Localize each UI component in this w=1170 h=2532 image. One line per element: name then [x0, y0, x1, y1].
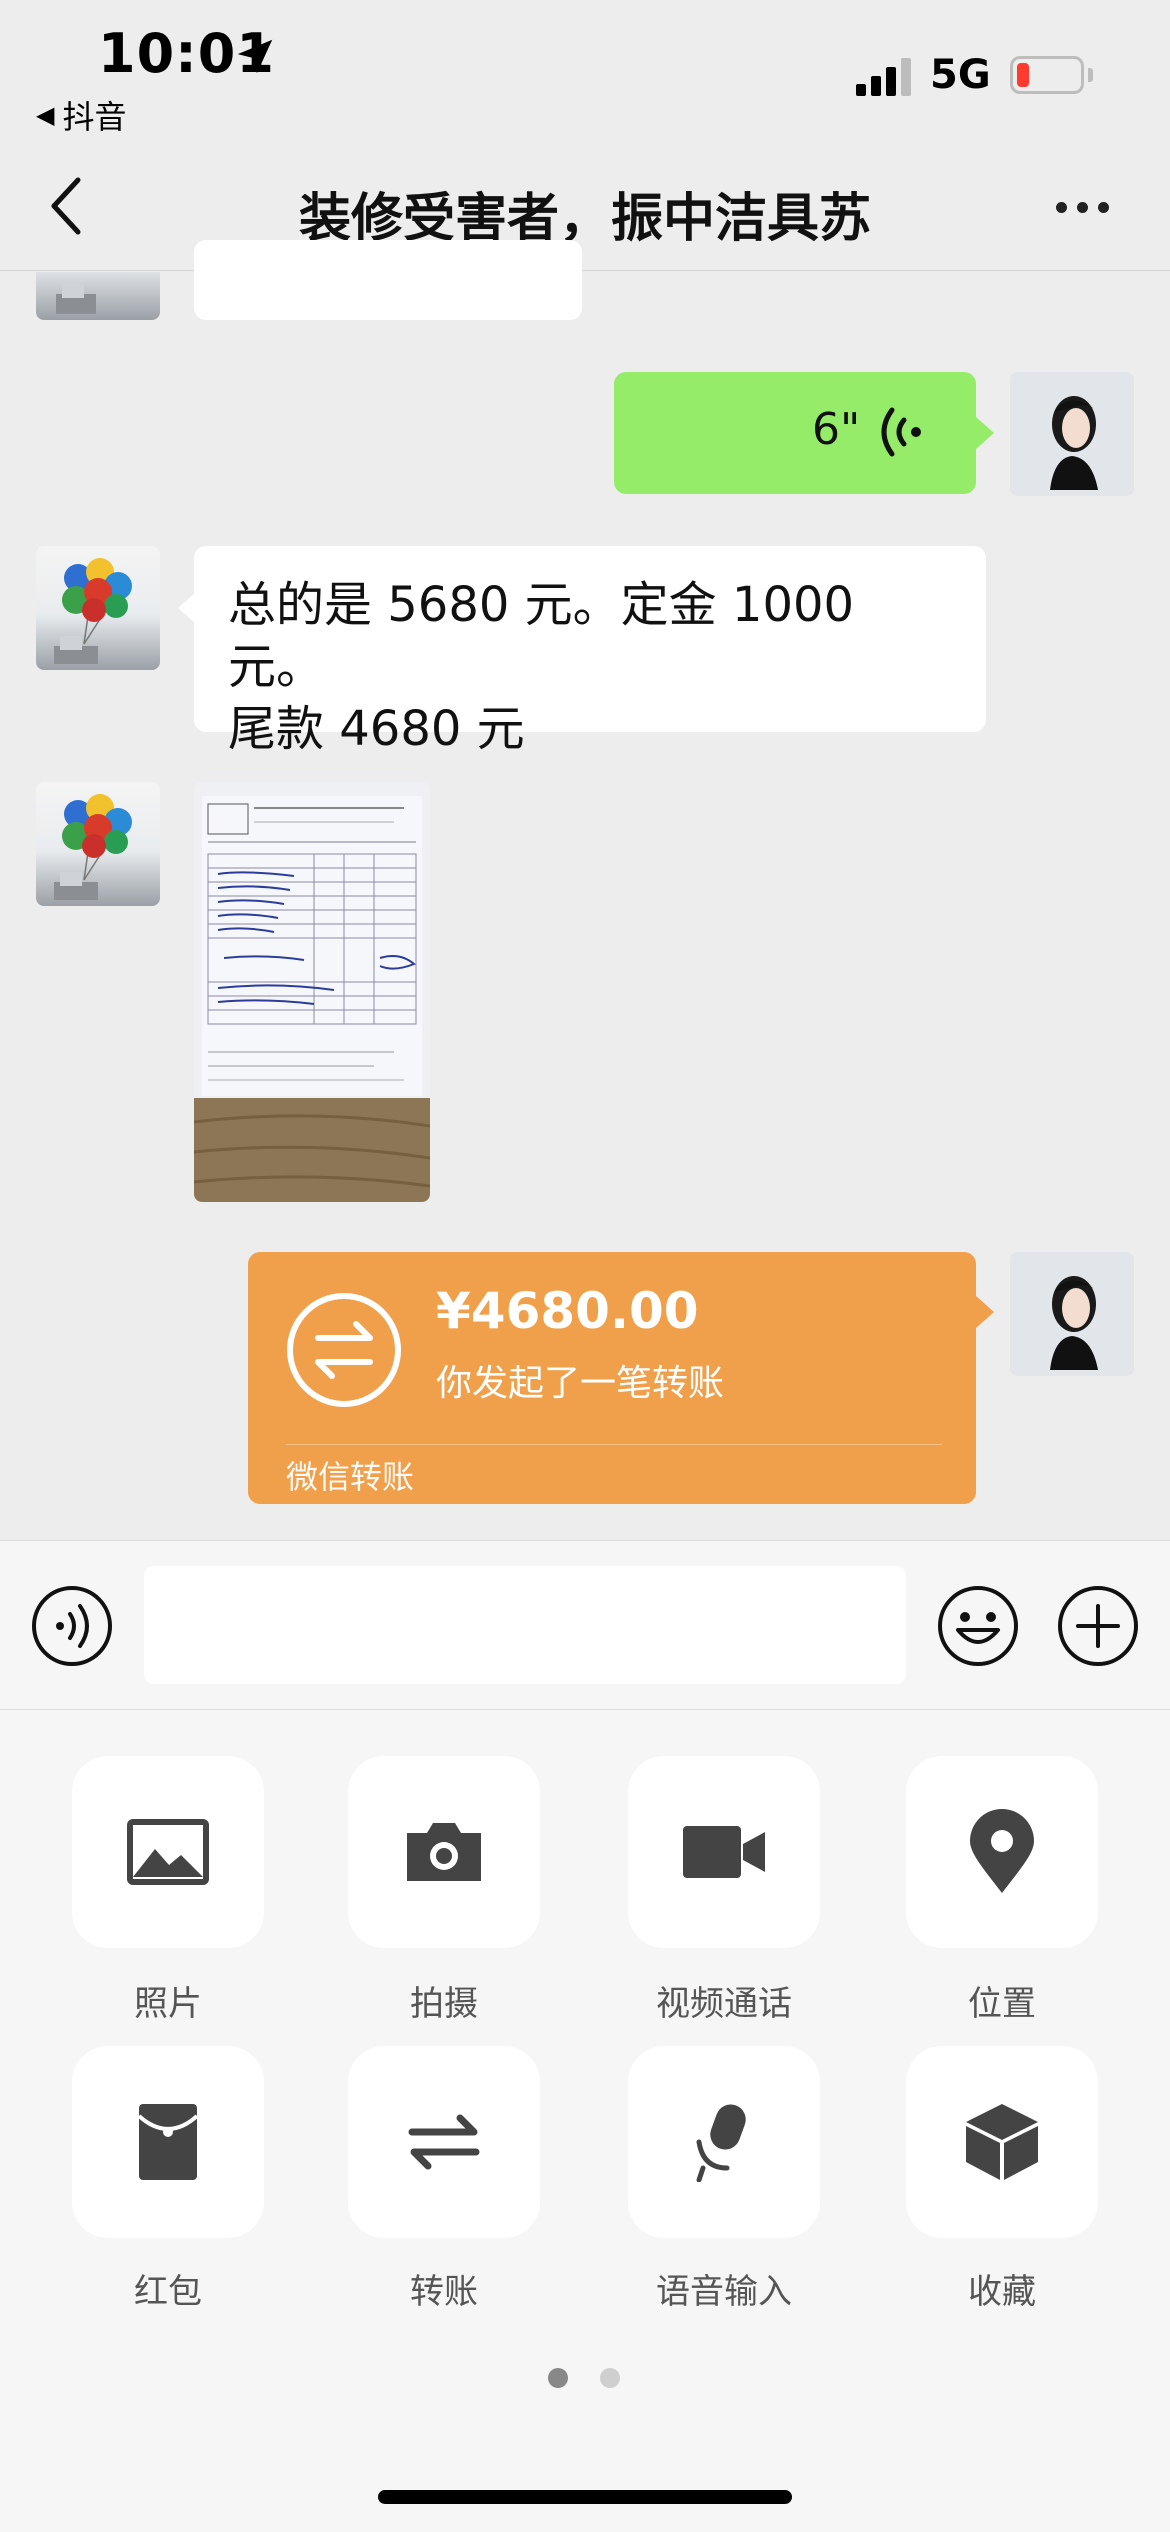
- previous-message-bubble[interactable]: [194, 240, 582, 320]
- voice-wave-icon: [881, 407, 921, 457]
- photo-icon: [127, 1819, 209, 1885]
- plus-icon[interactable]: [1056, 1584, 1140, 1668]
- message-text-line1: 总的是 5680 元。定金 1000 元。: [228, 577, 855, 695]
- bubble-tail: [976, 1296, 994, 1328]
- red-packet-label: 红包: [134, 2272, 202, 2312]
- photo-button[interactable]: [72, 1756, 264, 1948]
- contact-avatar[interactable]: [36, 782, 160, 906]
- voice-mode-icon[interactable]: [30, 1584, 114, 1668]
- bubble-tail: [976, 417, 994, 449]
- my-avatar[interactable]: [1010, 1252, 1134, 1376]
- more-options-icon[interactable]: [1056, 202, 1109, 213]
- contact-avatar[interactable]: [36, 546, 160, 670]
- page-dot[interactable]: [600, 2368, 620, 2388]
- transfer-divider: [286, 1444, 942, 1445]
- microphone-icon: [696, 2104, 746, 2182]
- favorites-label: 收藏: [968, 2272, 1036, 2312]
- message-input[interactable]: [144, 1566, 906, 1684]
- location-icon: [970, 1809, 1034, 1893]
- voice-input-button[interactable]: [628, 2046, 820, 2238]
- transfer-button[interactable]: [348, 2046, 540, 2238]
- nav-divider: [0, 270, 1170, 271]
- back-triangle-icon: ◀: [36, 101, 55, 129]
- transfer-amount: ¥4680.00: [436, 1282, 699, 1340]
- cellular-signal-icon: [856, 58, 911, 96]
- video-call-button[interactable]: [628, 1756, 820, 1948]
- transfer-label: 微信转账: [286, 1458, 415, 1496]
- battery-icon: [1010, 56, 1084, 94]
- transfer-circle-icon: [287, 1293, 401, 1407]
- home-indicator[interactable]: [378, 2490, 792, 2504]
- back-app-label: 抖音: [62, 98, 127, 136]
- receipt-photo[interactable]: [194, 782, 430, 1202]
- red-packet-button[interactable]: [72, 2046, 264, 2238]
- my-avatar[interactable]: [1010, 372, 1134, 496]
- favorites-icon: [966, 2104, 1038, 2180]
- voice-duration: 6": [812, 404, 861, 455]
- transfer-icon: [408, 2114, 480, 2170]
- back-to-app[interactable]: ◀ 抖音: [36, 92, 126, 138]
- red-packet-icon: [137, 2104, 199, 2180]
- location-arrow-icon: [237, 39, 273, 74]
- emoji-icon[interactable]: [936, 1584, 1020, 1668]
- battery-tip: [1088, 68, 1093, 82]
- video-call-label: 视频通话: [656, 1984, 792, 2024]
- transfer-description: 你发起了一笔转账: [436, 1363, 725, 1404]
- back-chevron-icon[interactable]: [46, 176, 86, 236]
- camera-button[interactable]: [348, 1756, 540, 1948]
- page-dot-active[interactable]: [548, 2368, 568, 2388]
- camera-icon: [407, 1823, 481, 1881]
- transfer-label-panel: 转账: [410, 2272, 478, 2312]
- voice-input-label: 语音输入: [656, 2272, 792, 2312]
- favorites-button[interactable]: [906, 2046, 1098, 2238]
- photo-label: 照片: [134, 1984, 202, 2024]
- text-message-bubble[interactable]: 总的是 5680 元。定金 1000 元。 尾款 4680 元: [194, 546, 986, 757]
- camera-label: 拍摄: [410, 1984, 478, 2024]
- network-type: 5G: [930, 52, 991, 98]
- location-button[interactable]: [906, 1756, 1098, 1948]
- video-call-icon: [683, 1826, 765, 1878]
- location-label: 位置: [968, 1984, 1036, 2024]
- message-text-line2: 尾款 4680 元: [228, 701, 525, 757]
